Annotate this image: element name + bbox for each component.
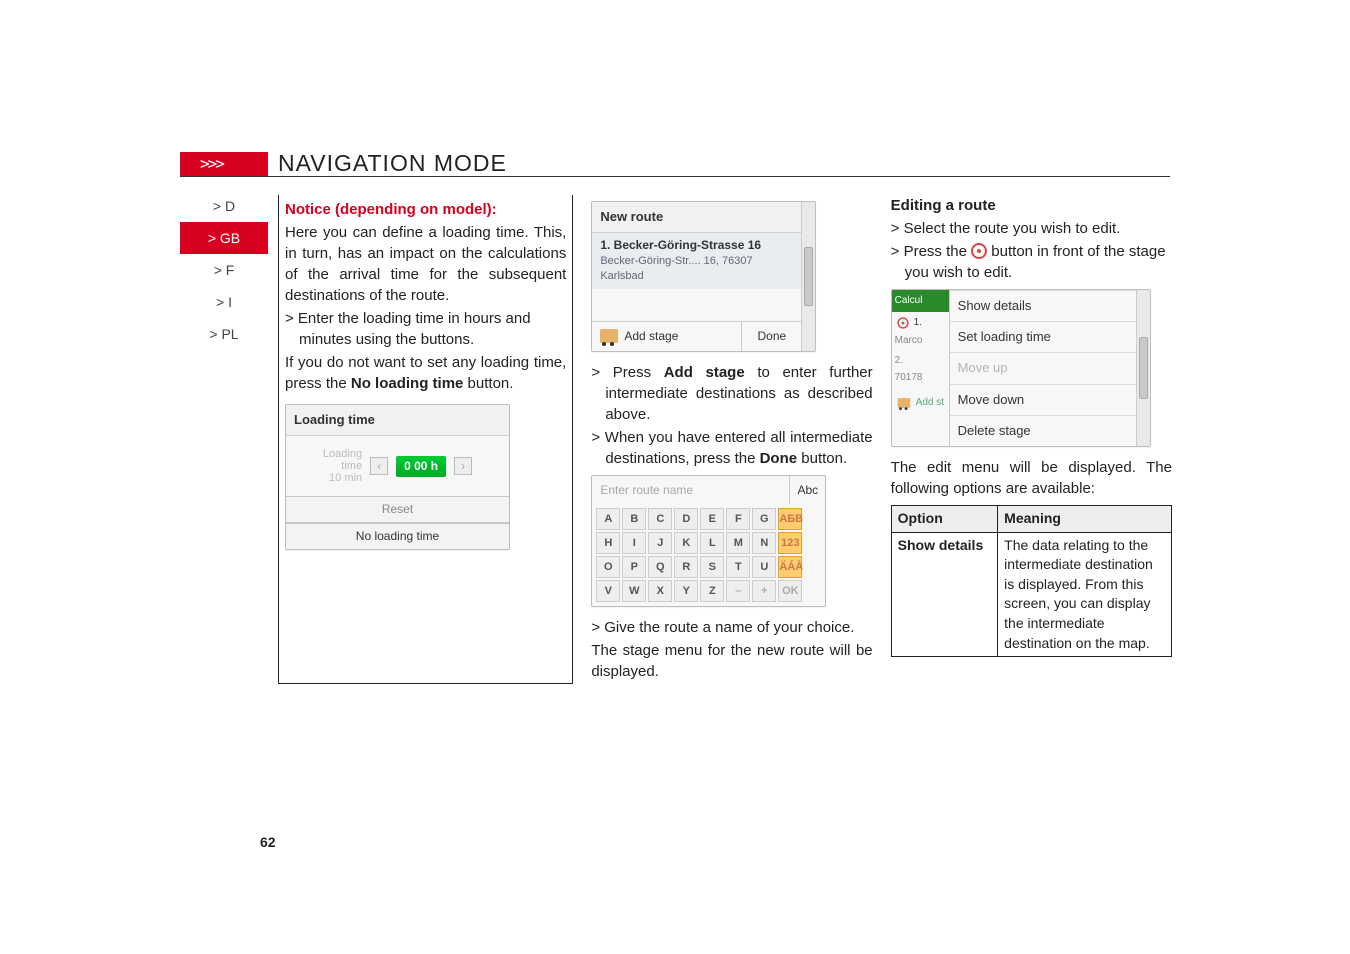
add-stage-button[interactable]: Add stage [624, 328, 678, 345]
no-loading-time-button[interactable]: No loading time [286, 523, 509, 549]
newroute-line2: Becker-Göring-Str.... 16, 76307 Karlsbad [600, 254, 793, 285]
col2-b1: > Press Add stage to enter further inter… [591, 362, 872, 425]
truck-icon [897, 398, 910, 408]
nav-item-i[interactable]: > I [180, 286, 268, 318]
col2-b2: > When you have entered all intermediate… [591, 427, 872, 469]
truck-icon [600, 329, 618, 343]
menu-set-loading-time[interactable]: Set loading time [950, 321, 1136, 352]
scrollbar[interactable] [801, 202, 815, 351]
col2-b2b: button. [797, 450, 847, 467]
col1-p2-bold: No loading time [351, 375, 464, 392]
col3-b2: > Press the button in front of the stage… [891, 241, 1172, 283]
stage-2-num: 2. [892, 351, 949, 371]
menu-move-down[interactable]: Move down [950, 384, 1136, 415]
keyboard-ok[interactable]: OK [778, 580, 802, 602]
scrollbar[interactable] [1136, 290, 1150, 446]
options-table: Option Meaning Show details The data rel… [891, 505, 1172, 657]
stage-2-name: 70178 [892, 371, 949, 388]
opt-h1: Option [891, 505, 998, 532]
nav-item-d[interactable]: > D [180, 190, 268, 222]
ss-loading-title: Loading time [286, 405, 509, 436]
screenshot-new-route: New route 1. Becker-Göring-Strasse 16 Be… [591, 201, 816, 352]
menu-show-details[interactable]: Show details [950, 290, 1136, 321]
stage-1-num: 1. [914, 316, 922, 330]
nav-item-f[interactable]: > F [180, 254, 268, 286]
ss-newroute-title: New route [592, 202, 801, 233]
col3-p5: The edit menu will be displayed. The fol… [891, 457, 1172, 499]
col2-b1-bold: Add stage [664, 364, 745, 381]
screenshot-edit-menu: Calcul 1. Marco 2. 70178 Add st Show det… [891, 289, 1151, 447]
menu-move-up: Move up [950, 352, 1136, 383]
calcul-chip: Calcul [892, 290, 949, 312]
opt-r1c1: Show details [891, 532, 998, 657]
col1-p2b: button. [468, 375, 514, 392]
abc-toggle[interactable]: Abc [789, 476, 825, 505]
header-accent [180, 152, 268, 176]
col2-b2-bold: Done [760, 450, 798, 467]
stage-1-name: Marco [892, 334, 949, 351]
done-button[interactable]: Done [741, 322, 801, 351]
route-name-input[interactable]: Enter route name [592, 476, 789, 505]
newroute-line1: 1. Becker-Göring-Strasse 16 [600, 237, 793, 254]
editing-route-heading: Editing a route [891, 195, 1172, 216]
header-rule [180, 176, 1170, 177]
nav-item-gb[interactable]: > GB [180, 222, 268, 254]
page-number: 62 [260, 834, 276, 850]
opt-h2: Meaning [998, 505, 1172, 532]
col3-b1: > Select the route you wish to edit. [891, 218, 1172, 239]
target-icon [971, 243, 987, 259]
opt-r1c2: The data relating to the intermediate de… [998, 532, 1172, 657]
header-chevrons: >>> [200, 154, 223, 173]
language-nav: > D > GB > F > I > PL [180, 190, 268, 350]
col2-p4: The stage menu for the new route will be… [591, 640, 872, 682]
notice-title: Notice (depending on model): [285, 199, 566, 220]
col1-bullet-loadingtime: > Enter the loading time in hours and mi… [285, 308, 566, 350]
col1-paragraph-2: If you do not want to set any loading ti… [285, 352, 566, 394]
loading-time-value: 0 00 h [396, 456, 446, 477]
screenshot-keyboard: Enter route name Abc ABCDEFGАБВ HIJKLMN1… [591, 475, 826, 608]
reset-button[interactable]: Reset [286, 496, 509, 523]
page-title: NAVIGATION MODE [278, 150, 507, 177]
col2-b1a: > Press [591, 364, 663, 381]
add-st-text: Add st [916, 396, 944, 410]
keyboard-grid[interactable]: ABCDEFGАБВ HIJKLMN123 OPQRSTUÄÁÀ VWXYZ–+… [592, 504, 825, 606]
menu-delete-stage[interactable]: Delete stage [950, 415, 1136, 446]
col3-b2a: > Press the [891, 243, 971, 260]
nav-item-pl[interactable]: > PL [180, 318, 268, 350]
col2-p3: > Give the route a name of your choice. [591, 617, 872, 638]
screenshot-loading-time: Loading time Loadingtime10 min ‹ 0 00 h … [285, 404, 510, 550]
target-icon [897, 317, 908, 328]
col1-paragraph-1: Here you can define a loading time. This… [285, 222, 566, 306]
